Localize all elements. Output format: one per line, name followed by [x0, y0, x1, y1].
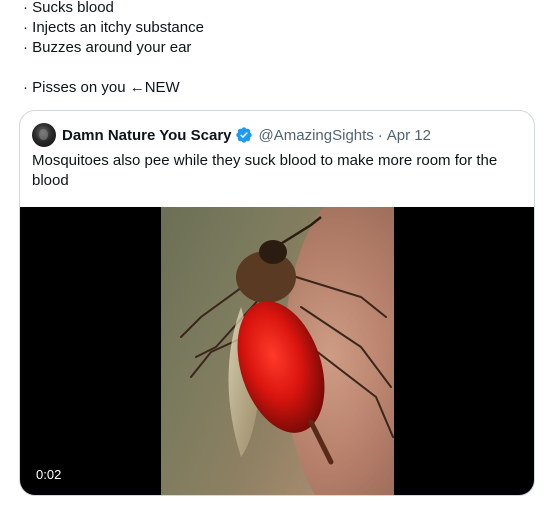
- avatar[interactable]: [32, 123, 56, 147]
- tweet-line: · Pisses on you ←NEW: [23, 79, 180, 96]
- tweet-line: · Injects an itchy substance: [23, 19, 204, 36]
- quoted-tweet-text: Mosquitoes also pee while they suck bloo…: [32, 152, 498, 189]
- mosquito-image: [180, 216, 394, 465]
- verified-badge-icon: [235, 126, 253, 144]
- tweet-line: · Buzzes around your ear: [23, 39, 192, 56]
- quoted-tweet-header: Damn Nature You Scary @AmazingSights · A…: [32, 123, 431, 147]
- quoted-tweet-card[interactable]: Damn Nature You Scary @AmazingSights · A…: [19, 110, 535, 496]
- separator-dot: ·: [377, 126, 383, 144]
- video-player[interactable]: 0:02: [20, 207, 534, 495]
- tweet-date[interactable]: Apr 12: [387, 127, 431, 144]
- video-duration: 0:02: [32, 465, 66, 485]
- author-name[interactable]: Damn Nature You Scary: [62, 127, 232, 144]
- tweet-line: · Sucks blood: [23, 0, 114, 16]
- author-handle[interactable]: @AmazingSights: [259, 127, 374, 144]
- tweet-text: · Sucks blood · Injects an itchy substan…: [23, 0, 204, 98]
- video-frame[interactable]: [161, 207, 394, 495]
